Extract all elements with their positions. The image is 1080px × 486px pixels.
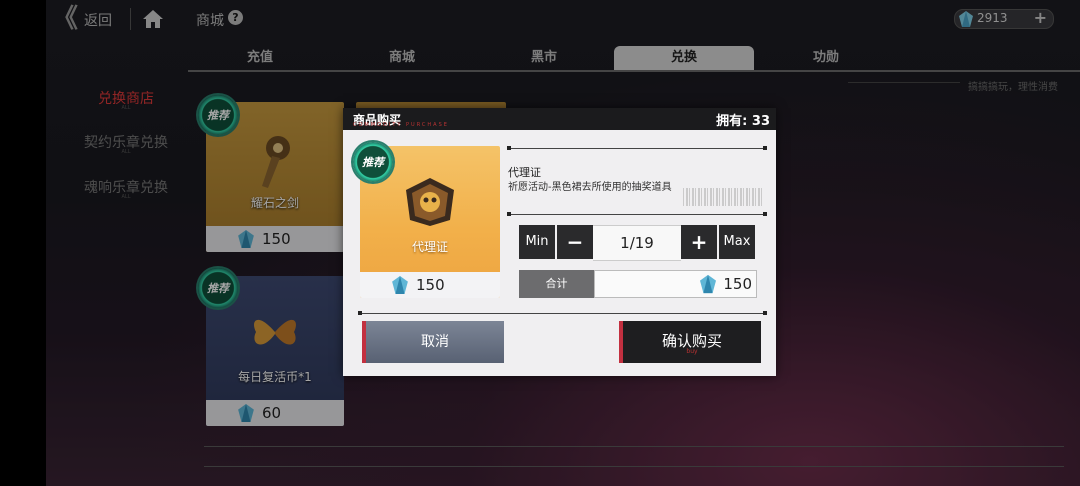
crystal-gem-icon [700, 274, 716, 294]
purchase-dialog: 商品购买 COMMODITY PURCHASE 拥有: 33 代理证 150 推… [343, 108, 776, 376]
max-button[interactable]: Max [719, 225, 755, 259]
barcode-decoration [683, 188, 763, 206]
total-value: 150 [723, 275, 752, 293]
divider-dot [507, 146, 511, 150]
quantity-display: 1/19 [593, 225, 681, 261]
min-button[interactable]: Min [519, 225, 555, 259]
agent-pass-item-icon [406, 178, 454, 226]
recommend-badge: 推荐 [353, 142, 393, 182]
divider [360, 313, 765, 314]
increase-button[interactable]: + [681, 225, 717, 259]
divider-dot [763, 212, 767, 216]
divider-dot [358, 311, 362, 315]
dialog-header: 商品购买 COMMODITY PURCHASE 拥有: 33 [343, 108, 776, 130]
item-description: 祈愿活动-黑色裙去所使用的抽奖道具 [508, 182, 672, 193]
decrease-button[interactable]: − [557, 225, 593, 259]
divider [509, 148, 765, 149]
confirm-sublabel: buy [686, 348, 698, 355]
divider-dot [763, 311, 767, 315]
item-name: 代理证 [411, 240, 448, 254]
cancel-label: 取消 [421, 334, 449, 350]
confirm-purchase-button[interactable]: 确认购买 buy [619, 321, 761, 363]
item-price-bar: 150 [360, 272, 500, 298]
total-label: 合计 [519, 270, 594, 298]
left-letterbox [0, 0, 46, 486]
item-price: 150 [416, 276, 445, 294]
divider-dot [507, 212, 511, 216]
badge-label: 推荐 [362, 156, 384, 169]
divider [509, 214, 765, 215]
divider-dot [763, 146, 767, 150]
crystal-gem-icon [392, 276, 408, 294]
owned-count: 拥有: 33 [716, 114, 770, 129]
dialog-subtitle: COMMODITY PURCHASE [353, 122, 449, 128]
total-box: 150 [594, 270, 757, 298]
cancel-button[interactable]: 取消 [362, 321, 504, 363]
